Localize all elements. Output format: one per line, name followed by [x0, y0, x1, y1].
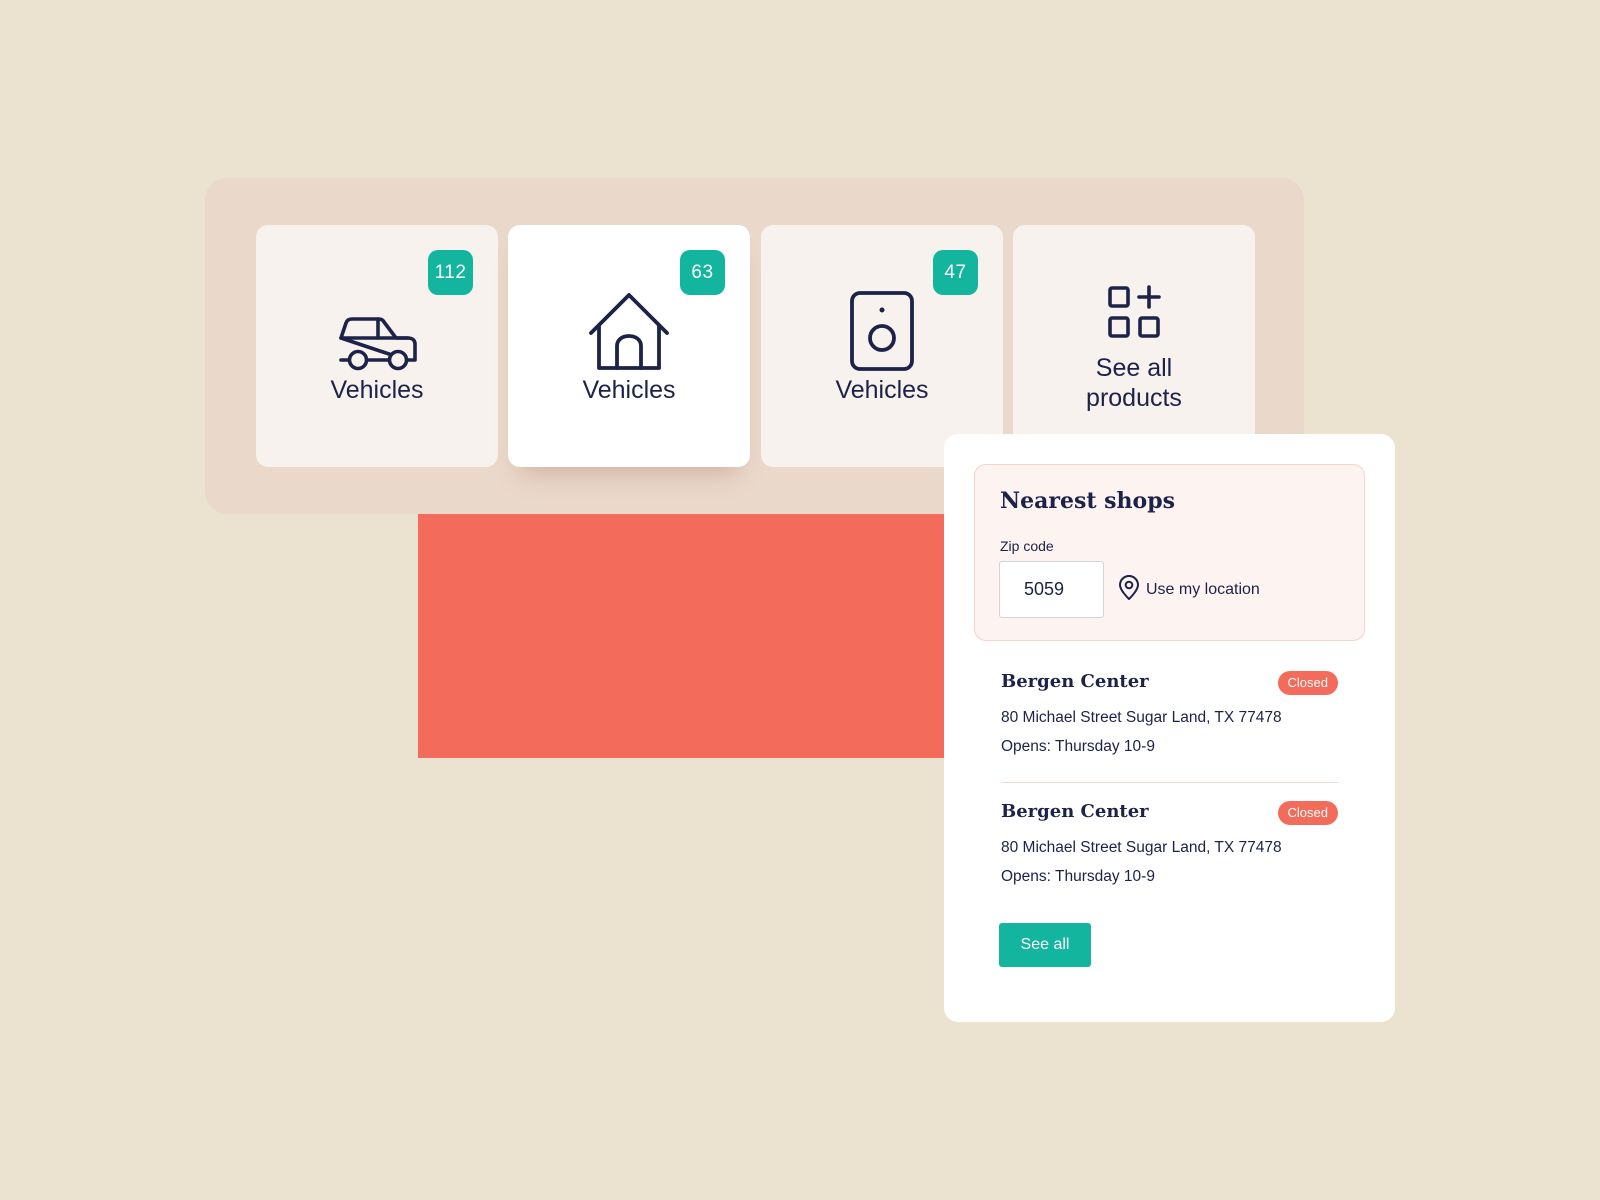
category-card-homes[interactable]: 63 Vehicles — [508, 225, 750, 467]
shop-address: 80 Michael Street Sugar Land, TX 77478 — [1001, 839, 1282, 856]
car-icon — [256, 282, 498, 372]
shop-hours: Opens: Thursday 10-9 — [1001, 738, 1155, 755]
nearest-shops-card: Nearest shops Zip code Use my location B… — [944, 434, 1395, 1022]
category-card-vehicles[interactable]: 112 Vehicles — [256, 225, 498, 467]
category-label: Vehicles — [330, 376, 424, 404]
zip-label: Zip code — [1000, 538, 1054, 554]
category-label: Vehicles — [835, 376, 929, 404]
see-all-products-card[interactable]: See all products — [1013, 225, 1255, 467]
use-my-location-label: Use my location — [1146, 581, 1260, 598]
category-label: See all products — [1013, 353, 1255, 413]
divider — [1001, 782, 1338, 783]
see-all-button[interactable]: See all — [999, 923, 1091, 967]
shops-title: Nearest shops — [1000, 488, 1175, 514]
zip-input[interactable] — [999, 561, 1104, 618]
category-label-line1: See all — [1095, 354, 1173, 382]
status-badge: Closed — [1277, 671, 1338, 695]
category-label: Vehicles — [582, 376, 676, 404]
grid-plus-icon — [1013, 285, 1255, 339]
status-badge: Closed — [1277, 801, 1338, 825]
speaker-icon — [761, 282, 1003, 372]
shop-hours: Opens: Thursday 10-9 — [1001, 868, 1155, 885]
shop-search-box: Nearest shops Zip code Use my location — [974, 464, 1365, 641]
map-pin-icon — [1118, 574, 1140, 606]
shop-address: 80 Michael Street Sugar Land, TX 77478 — [1001, 709, 1282, 726]
shop-name: Bergen Center — [1001, 671, 1149, 692]
use-my-location-button[interactable]: Use my location — [1118, 574, 1260, 606]
category-card-electronics[interactable]: 47 Vehicles — [761, 225, 1003, 467]
category-label-line2: products — [1086, 384, 1182, 412]
decorative-block — [418, 514, 946, 758]
house-icon — [508, 282, 750, 372]
shop-name: Bergen Center — [1001, 801, 1149, 822]
